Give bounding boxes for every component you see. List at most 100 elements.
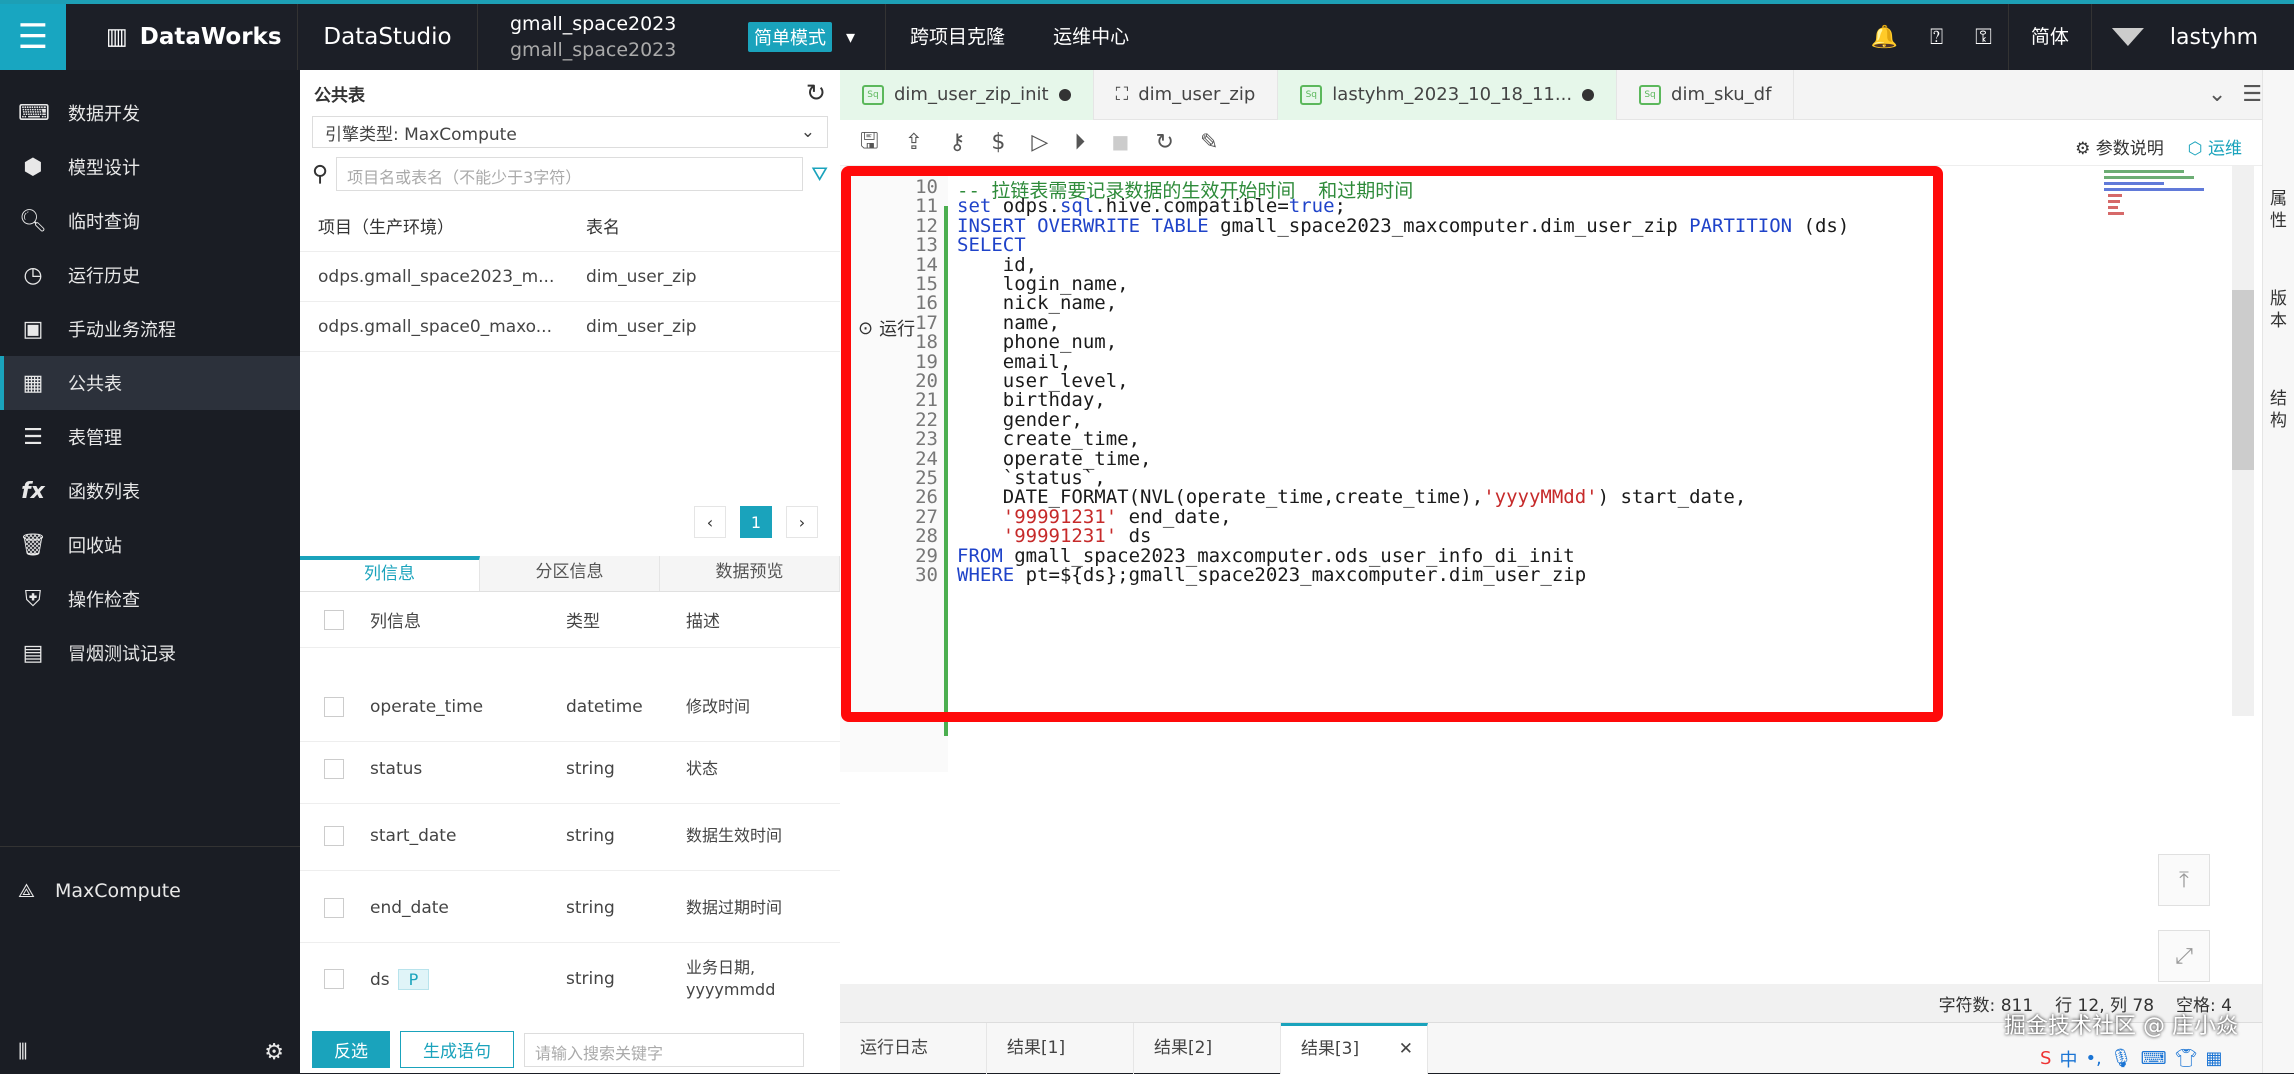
col-name-header: 列信息 <box>370 612 421 632</box>
user-menu[interactable]: lastyhm <box>2092 25 2294 50</box>
sidebar: ⌨ 数据开发 ⬢ 模型设计 🔍︎ 临时查询 ◷ 运行历史 ▣ 手动业务流程 ▦ 公共表 ☰ 表… <box>0 70 300 1073</box>
search-icon: 🔍︎ <box>19 208 47 234</box>
keyboard-icon: ⌨ <box>2140 1048 2167 1069</box>
column-name-cell: ds P <box>370 968 566 990</box>
row-checkbox[interactable] <box>324 696 344 717</box>
sidebar-item-adhoc[interactable]: 🔍︎ 临时查询 <box>0 194 300 248</box>
maxcompute-icon: ⟁ <box>18 880 35 902</box>
sidebar-item-public-table[interactable]: ▦ 公共表 <box>0 356 300 410</box>
refresh-icon[interactable]: ↻ <box>806 79 826 107</box>
column-row[interactable]: end_date string 数据过期时间 <box>300 873 840 943</box>
row-checkbox[interactable] <box>324 825 344 846</box>
shield-icon: ⛨ <box>24 586 42 612</box>
tab-partitions[interactable]: 分区信息 <box>480 556 660 591</box>
sql-file-icon: Sq <box>862 84 884 105</box>
tab-columns[interactable]: 列信息 <box>300 556 480 591</box>
ops-link[interactable]: ⬡ 运维 <box>2188 134 2242 159</box>
menu-icon[interactable]: ☰ <box>0 4 66 70</box>
param-doc[interactable]: ⚙︎ 参数说明 <box>2075 134 2164 159</box>
sidebar-item-data-dev[interactable]: ⌨ 数据开发 <box>0 86 300 140</box>
minimap[interactable] <box>2104 166 2224 246</box>
column-row[interactable]: operate_time datetime 修改时间 <box>300 672 840 742</box>
table-row[interactable]: odps.gmall_space2023_m... dim_user_zip <box>300 252 840 302</box>
chevron-down-icon[interactable]: ▾ <box>846 27 855 48</box>
mode-badge[interactable]: 简单模式 <box>748 22 832 52</box>
tab-dim-user-zip[interactable]: ⛶ dim_user_zip <box>1094 69 1279 120</box>
tab-lastyhm-query[interactable]: Sq lastyhm_2023_10_18_11... <box>1278 69 1618 120</box>
col-type-header: 类型 <box>566 612 600 632</box>
tab-result-1[interactable]: 结果[1] <box>987 1022 1134 1074</box>
row-checkbox[interactable] <box>324 758 344 779</box>
code-area[interactable]: 10 -- 拉链表需要记录数据的生效开始时间 和过期时间 11 set odps.sq… <box>840 166 2262 772</box>
table-row[interactable]: odps.gmall_space0_maxo... dim_user_zip <box>300 302 840 352</box>
panel-structure[interactable]: 结构 <box>2268 388 2290 432</box>
close-icon[interactable]: ✕ <box>1399 1026 1413 1074</box>
cost-icon[interactable]: $ <box>991 130 1005 155</box>
nav-ops-center[interactable]: 运维中心 <box>1029 4 1153 70</box>
key-icon[interactable]: ⚿ <box>1959 25 2008 50</box>
save-icon[interactable]: 🖫 <box>860 124 879 162</box>
invert-selection-button[interactable]: 反选 <box>312 1031 390 1068</box>
param-doc-label: 参数说明 <box>2095 139 2164 159</box>
format-icon[interactable]: ✎ <box>1200 130 1218 155</box>
tab-dim-sku-df[interactable]: Sq dim_sku_df <box>1617 69 1795 120</box>
brand[interactable]: ▥ DataWorks <box>66 4 298 70</box>
run-icon[interactable]: ▷ <box>1031 130 1048 155</box>
column-row[interactable]: ds Pstring 业务日期, yyyymmdd <box>300 944 840 1014</box>
column-row[interactable]: start_date string 数据生效时间 <box>300 801 840 871</box>
row-table: dim_user_zip <box>586 266 697 287</box>
studio-label[interactable]: DataStudio <box>298 4 478 70</box>
tab-dim-user-zip-init[interactable]: Sq dim_user_zip_init <box>840 69 1094 120</box>
column-row[interactable]: status string 状态 <box>300 734 840 804</box>
engine-select[interactable]: 引擎类型: MaxCompute ⌄ <box>312 116 828 148</box>
sidebar-item-op-check[interactable]: ⛨ 操作检查 <box>0 572 300 626</box>
sidebar-item-functions[interactable]: fx 函数列表 <box>0 464 300 518</box>
fullscreen-icon[interactable]: ⤢ <box>2158 930 2210 982</box>
generate-statement-button[interactable]: 生成语句 <box>400 1031 514 1068</box>
panel-properties[interactable]: 属性 <box>2268 188 2290 232</box>
column-search-input[interactable]: 请输入搜索关键字 <box>524 1032 804 1067</box>
chevron-down-icon: ⌄ <box>800 122 815 142</box>
bell-icon[interactable]: 🔔 <box>1855 25 1914 50</box>
panel-versions[interactable]: 版本 <box>2268 288 2290 332</box>
help-icon[interactable]: ⍰ <box>1914 25 1959 50</box>
filter-icon[interactable]: ⛛ <box>811 162 828 186</box>
tab-run-log[interactable]: 运行日志 <box>840 1022 987 1074</box>
prev-page-icon[interactable]: ‹ <box>694 506 726 538</box>
gear-icon[interactable]: ⚙ <box>264 1040 284 1065</box>
sidebar-item-history[interactable]: ◷ 运行历史 <box>0 248 300 302</box>
editor-tabs: Sq dim_user_zip_init ⛶ dim_user_zip Sq last… <box>840 69 2262 120</box>
page-current[interactable]: 1 <box>740 506 772 538</box>
submit-icon[interactable]: ⇪ <box>905 130 923 155</box>
project-switcher[interactable]: gmall_space2023 gmall_space2023 <box>478 11 728 63</box>
row-checkbox[interactable] <box>324 897 344 918</box>
engine-select-value: 引擎类型: MaxCompute <box>325 124 517 145</box>
more-menu-icon[interactable]: ☰ <box>2242 82 2262 107</box>
table-search-input[interactable]: 项目名或表名（不能少于3字符） <box>336 157 804 191</box>
sidebar-item-recycle[interactable]: 🗑︎ 回收站 <box>0 518 300 572</box>
lock-icon[interactable]: ⚷ <box>949 130 965 155</box>
column-desc: 状态 <box>686 758 719 778</box>
next-page-icon[interactable]: › <box>786 506 818 538</box>
collapse-icon[interactable]: ⦀ <box>18 1040 28 1065</box>
stop-icon[interactable]: ◼ <box>1111 130 1129 155</box>
run-params-icon[interactable]: ⏵ <box>1074 130 1085 155</box>
tab-result-3[interactable]: 结果[3] ✕ <box>1281 1022 1428 1074</box>
nav-cross-clone[interactable]: 跨项目克隆 <box>885 4 1029 70</box>
sidebar-item-model[interactable]: ⬢ 模型设计 <box>0 140 300 194</box>
editor-toolbar-right: ⚙︎ 参数说明 ⬡ 运维 <box>2075 134 2242 159</box>
sidebar-item-smoke-test[interactable]: ▤ 冒烟测试记录 <box>0 626 300 680</box>
ime-chinese-icon: 中 <box>2059 1049 2078 1071</box>
tab-result-2[interactable]: 结果[2] <box>1134 1022 1281 1074</box>
engine-maxcompute[interactable]: ⟁ MaxCompute <box>18 880 181 902</box>
tabs-dropdown-icon[interactable]: ⌄ <box>2208 82 2226 107</box>
sidebar-item-table-manage[interactable]: ☰ 表管理 <box>0 410 300 464</box>
reload-icon[interactable]: ↻ <box>1156 130 1174 155</box>
sidebar-item-manual-flow[interactable]: ▣ 手动业务流程 <box>0 302 300 356</box>
scroll-top-icon[interactable]: ⤒ <box>2158 854 2210 906</box>
select-all-checkbox[interactable] <box>324 609 344 630</box>
tab-preview[interactable]: 数据预览 <box>660 556 840 591</box>
row-checkbox[interactable] <box>324 969 344 989</box>
language-switch[interactable]: 简体 <box>2007 4 2092 70</box>
scrollbar-thumb[interactable] <box>2232 290 2254 470</box>
